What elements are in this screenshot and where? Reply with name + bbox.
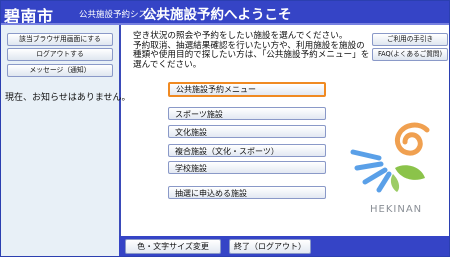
lottery-facilities-button[interactable]: 抽選に申込める施設: [168, 186, 326, 199]
hekinan-logo-icon: [350, 122, 430, 193]
complex-facilities-button[interactable]: 複合施設（文化・スポーツ）: [168, 144, 326, 157]
notice-text: 現在、お知らせはありません。: [5, 93, 131, 103]
logo-text: HEKINAN: [370, 204, 423, 215]
footer-bar: 色・文字サイズ変更 終了（ログアウト）: [119, 236, 449, 256]
messages-button[interactable]: メッセージ（通知）: [7, 64, 113, 77]
reservation-menu-button[interactable]: 公共施設予約メニュー: [168, 82, 326, 97]
header-bar: 碧南市 公共施設予約システム 公共施設予約へようこそ: [1, 1, 449, 26]
cultural-facilities-button[interactable]: 文化施設: [168, 125, 326, 138]
browser-mode-button[interactable]: 該当ブラウザ用画面にする: [7, 33, 113, 46]
page-frame: 碧南市 公共施設予約システム 公共施設予約へようこそ 該当ブラウザ用画面にする …: [0, 0, 450, 257]
intro-line: 選んでください。: [133, 59, 202, 70]
logout-button[interactable]: ログアウトする: [7, 48, 113, 61]
color-font-size-button[interactable]: 色・文字サイズ変更: [125, 239, 221, 254]
page-title: 公共施設予約へようこそ: [143, 7, 292, 23]
exit-logout-button[interactable]: 終了（ログアウト）: [229, 239, 311, 254]
school-facilities-button[interactable]: 学校施設: [168, 161, 326, 174]
user-guide-button[interactable]: ご利用の手引き: [372, 33, 448, 46]
sidebar: 該当ブラウザ用画面にする ログアウトする メッセージ（通知） 現在、お知らせはあ…: [1, 25, 131, 256]
faq-button[interactable]: FAQ(よくあるご質問): [372, 48, 448, 61]
intro-text: 空き状況の照会や予約をしたい施設を選んでください。 予約取消、抽選結果確認を行い…: [133, 31, 369, 70]
sports-facilities-button[interactable]: スポーツ施設: [168, 107, 326, 120]
